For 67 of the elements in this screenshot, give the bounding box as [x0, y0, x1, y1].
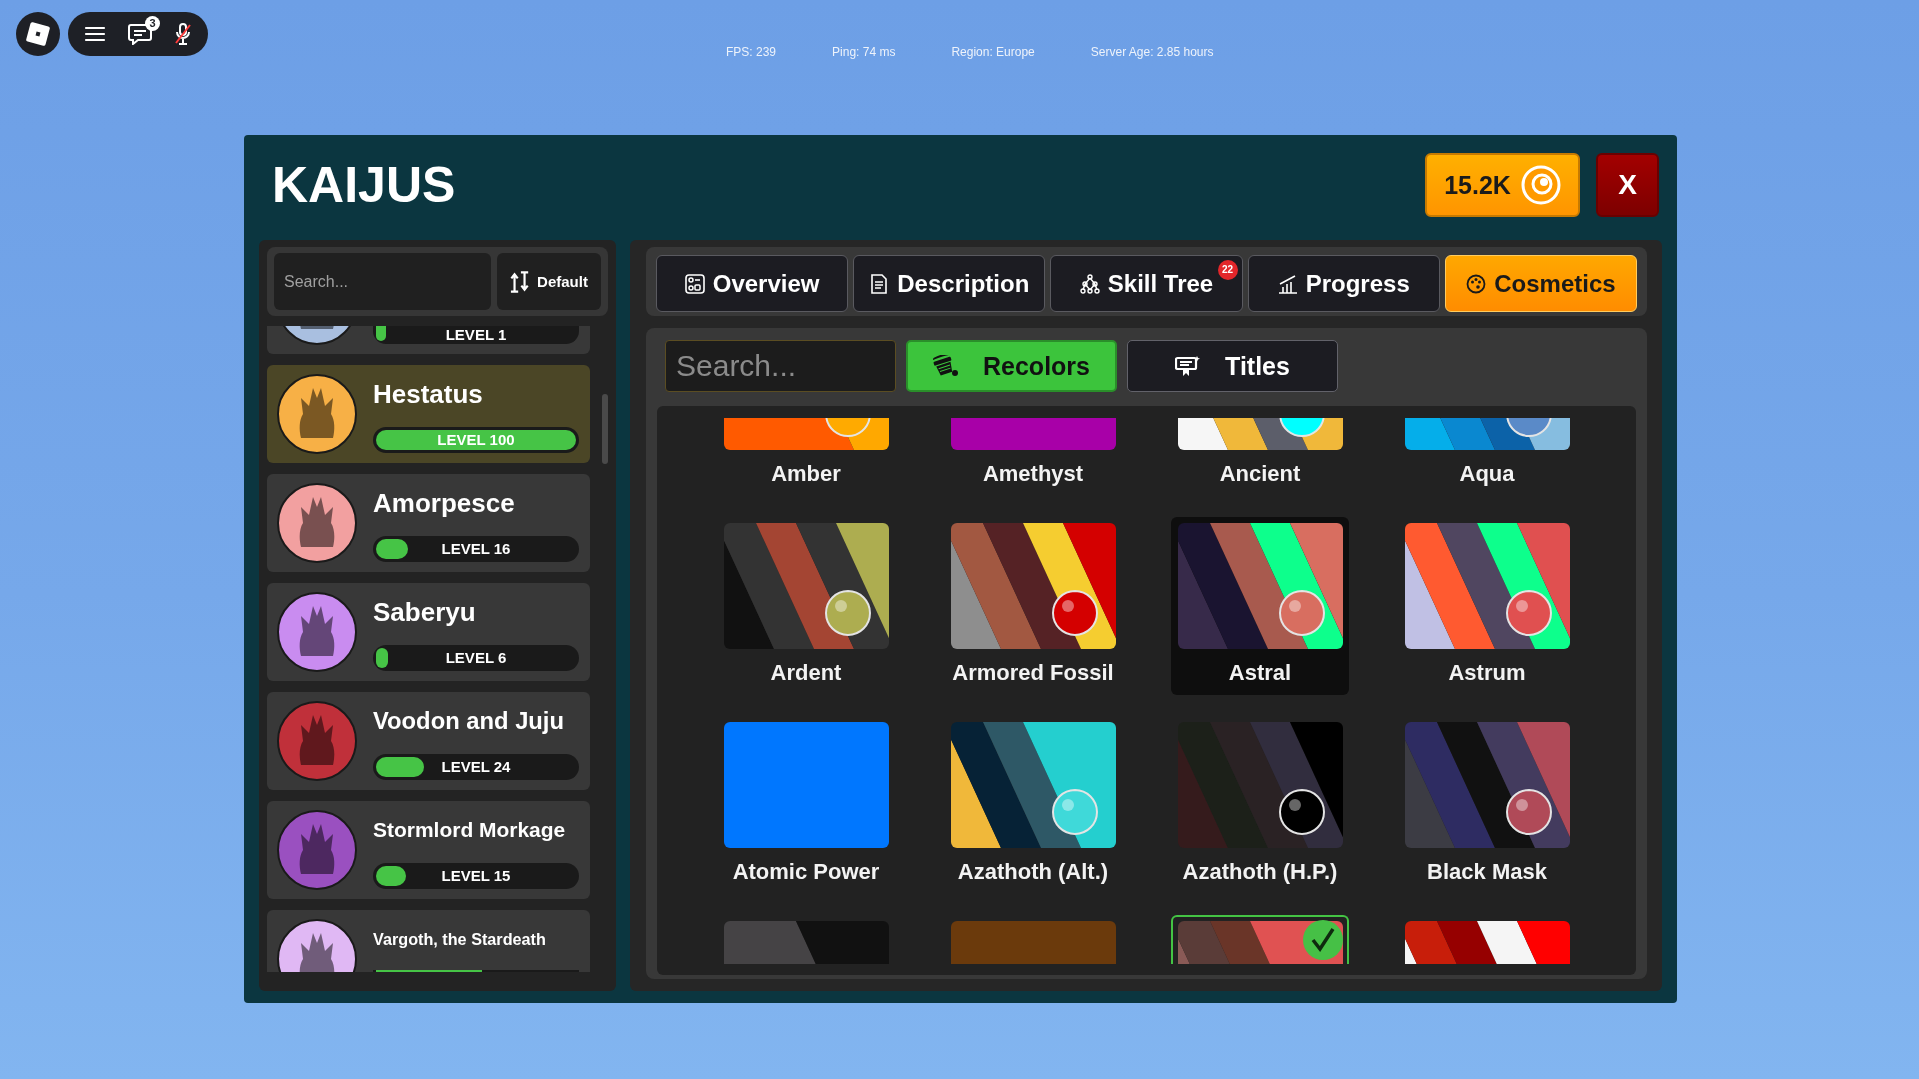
- stat-readout: FPS: 239: [726, 45, 777, 60]
- level-text: LEVEL 1: [445, 326, 507, 344]
- sort-arrows-icon: [510, 270, 531, 293]
- level-text: LEVEL 100: [437, 430, 515, 450]
- recolor-option[interactable]: Ardent: [717, 517, 895, 695]
- search-field[interactable]: Search...: [274, 253, 491, 310]
- tab[interactable]: Cosmetics: [1444, 255, 1637, 312]
- kaiju-list-item[interactable]: LEVEL 1: [267, 326, 590, 354]
- kaiju-name: Voodon and Juju: [373, 706, 564, 736]
- kaiju-list-item[interactable]: Vargoth, the Stardeath: [267, 910, 590, 972]
- recolor-option[interactable]: [1171, 915, 1349, 964]
- kaiju-list-item[interactable]: Saberyu LEVEL 6: [267, 583, 590, 681]
- recolor-option[interactable]: Astral: [1171, 517, 1349, 695]
- notification-badge: 22: [1217, 260, 1238, 280]
- recolor-option[interactable]: Astrum: [1398, 517, 1576, 695]
- kaiju-name: Amorpesce: [373, 487, 515, 520]
- kaiju-name: Vargoth, the Stardeath: [373, 929, 546, 950]
- level-text: LEVEL 16: [441, 539, 511, 559]
- recolor-option[interactable]: Armored Fossil: [944, 517, 1122, 695]
- check-icon: [1302, 920, 1343, 960]
- close-button[interactable]: X: [1596, 153, 1659, 217]
- level-text: LEVEL 15: [441, 866, 511, 886]
- window-title: KAIJUS: [272, 156, 456, 215]
- recolor-option[interactable]: Ancient: [1171, 416, 1349, 496]
- recolor-option[interactable]: Amethyst: [944, 416, 1122, 496]
- level-text: LEVEL 24: [441, 757, 511, 777]
- node-tree-icon: [1079, 273, 1100, 294]
- muted-microphone-icon[interactable]: [174, 22, 192, 46]
- recolor-option[interactable]: Amber: [717, 416, 895, 496]
- kaiju-list-item[interactable]: Voodon and Juju LEVEL 24: [267, 692, 590, 790]
- logo-icon: [26, 22, 50, 46]
- kaiju-name: Saberyu: [373, 596, 476, 629]
- stat-readout: Region: Europe: [951, 45, 1035, 60]
- kaiju-list-item[interactable]: Stormlord Morkage LEVEL 15: [267, 801, 590, 899]
- paint-bucket-icon: [933, 355, 959, 377]
- scrollbar-thumb[interactable]: [602, 394, 608, 464]
- currency-button[interactable]: 15.2K: [1425, 153, 1580, 217]
- coin-icon: [1520, 165, 1561, 205]
- palette-icon: [1466, 273, 1487, 294]
- kaiju-name: Stormlord Morkage: [373, 817, 566, 843]
- kaiju-list-item[interactable]: Amorpesce LEVEL 16: [267, 474, 590, 572]
- kaiju-list-item[interactable]: Hestatus LEVEL 100: [267, 365, 590, 463]
- logo-button[interactable]: [16, 12, 60, 56]
- bar-chart-icon: [1277, 273, 1298, 294]
- chat-icon[interactable]: [128, 23, 152, 45]
- notification-badge: 3: [145, 16, 160, 31]
- stat-readout: Server Age: 2.85 hours: [1090, 45, 1214, 60]
- stat-readout: Ping: 74 ms: [832, 45, 896, 60]
- sort-button[interactable]: Default: [497, 253, 601, 310]
- tab[interactable]: Skill Tree 22: [1050, 255, 1243, 312]
- subtab[interactable]: Titles: [1127, 340, 1338, 392]
- recolor-option[interactable]: Azathoth (H.P.): [1171, 716, 1349, 894]
- recolor-option[interactable]: Aqua: [1398, 416, 1576, 496]
- recolor-option[interactable]: Azathoth (Alt.): [944, 716, 1122, 894]
- dashboard-icon: [684, 273, 705, 294]
- search-field[interactable]: Search...: [665, 340, 896, 392]
- subtab[interactable]: Recolors: [906, 340, 1117, 392]
- recolor-option[interactable]: Black Mask: [1398, 716, 1576, 894]
- document-icon: [869, 273, 890, 294]
- banner-icon: [1175, 355, 1202, 377]
- kaiju-name: Hestatus: [373, 378, 483, 411]
- tab[interactable]: Progress: [1247, 255, 1440, 312]
- tab[interactable]: Description: [853, 255, 1046, 312]
- recolor-option[interactable]: Atomic Power: [717, 716, 895, 894]
- level-text: LEVEL 6: [445, 648, 507, 668]
- tab[interactable]: Overview: [656, 255, 849, 312]
- menu-icon[interactable]: [84, 26, 106, 42]
